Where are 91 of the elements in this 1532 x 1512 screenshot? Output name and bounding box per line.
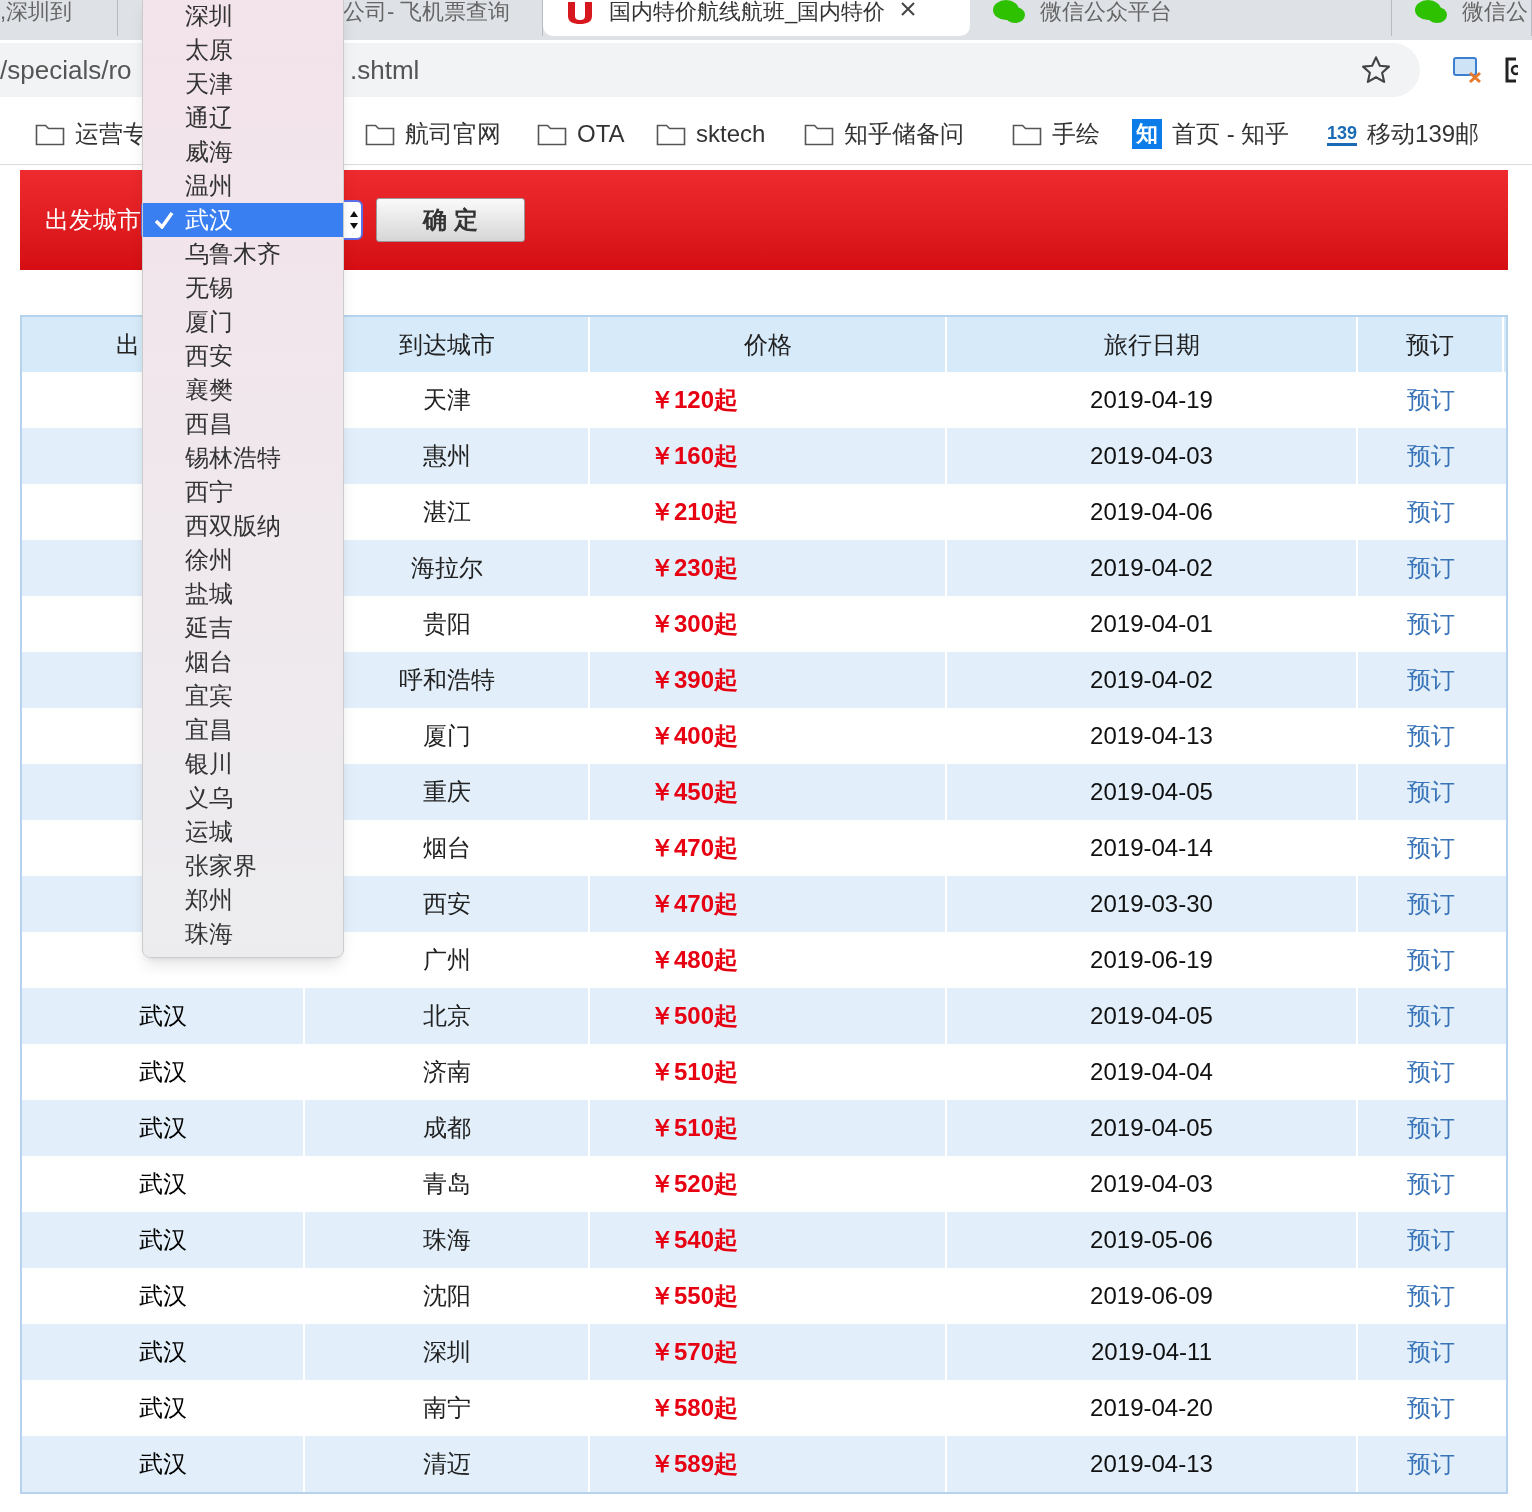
table-cell-text: 沈阳 [422,1281,471,1311]
table-cell-text: 厦门 [422,721,471,751]
price-text: ￥589起 [650,1449,739,1479]
price-text: ￥210起 [650,497,739,527]
table-cell-text: 2019-04-04 [1090,1057,1213,1087]
table-cell-text: 成都 [422,1113,471,1143]
table-cell-text: 2019-04-05 [1090,1001,1213,1031]
table-cell-text: 武汉 [138,1057,187,1087]
column-header: 预订 [1406,329,1454,360]
table-cell-text: 2019-04-01 [1090,609,1213,639]
price-text: ￥510起 [650,1113,739,1143]
table-cell-text: 2019-04-13 [1090,721,1213,751]
url-text: .shtml [350,53,420,87]
table-cell-text: 海拉尔 [410,553,483,583]
table-cell-text: 重庆 [422,777,471,807]
table-cell-text: 2019-06-09 [1090,1281,1213,1311]
table-cell-text: 武汉 [138,1393,187,1423]
table-cell-text: 2019-04-14 [1090,833,1213,863]
table-cell-text: 武汉 [138,1001,187,1031]
tab-title: 公司- 飞机票查询 [343,0,511,24]
table-cell-text: 2019-06-19 [1090,945,1213,975]
table-cell-text: 西安 [422,889,471,919]
table-cell-text: 2019-04-03 [1090,441,1213,471]
table-cell-text: 广州 [422,945,471,975]
price-text: ￥390起 [650,665,739,695]
price-text: ￥520起 [650,1169,739,1199]
price-text: ￥550起 [650,1281,739,1311]
bookmark-label: OTA [577,119,625,149]
price-text: ￥480起 [650,945,739,975]
table-cell-text: 呼和浩特 [398,665,495,695]
price-text: ￥470起 [650,833,739,863]
table-cell-text: 2019-04-13 [1090,1449,1213,1479]
table-cell-text: 惠州 [422,441,471,471]
column-header: 价格 [743,329,792,360]
price-text: ￥470起 [650,889,739,919]
bookmark-label: 移动139邮 [1367,119,1480,149]
tab-title: ,深圳到 [0,0,73,24]
price-text: ￥580起 [650,1393,739,1423]
table-cell-text: 深圳 [422,1337,471,1367]
table-cell-text: 贵阳 [422,609,471,639]
price-text: ￥230起 [650,553,739,583]
bookmark-label: 手绘 [1052,119,1100,149]
bookmark-label: 知乎储备问 [844,119,964,149]
table-cell-text: 2019-04-20 [1090,1393,1213,1423]
table-cell-text: 南宁 [422,1393,471,1423]
price-text: ￥450起 [650,777,739,807]
bookmark-label: 首页 - 知乎 [1172,119,1290,149]
tab-title: 微信公 [1462,0,1528,24]
table-cell-text: 北京 [422,1001,471,1031]
table-cell-text: 天津 [422,385,471,415]
price-text: ￥540起 [650,1225,739,1255]
table-cell-text: 青岛 [422,1169,471,1199]
bookmark-label: sktech [696,119,766,149]
table-cell-text: 2019-03-30 [1090,889,1213,919]
table-cell-text: 武汉 [138,1225,187,1255]
table-cell-text: 2019-04-05 [1090,777,1213,807]
price-text: ￥300起 [650,609,739,639]
field-label: 出发城市 [45,205,141,235]
price-text: ￥510起 [650,1057,739,1087]
table-cell-text: 珠海 [422,1225,471,1255]
price-text: ￥160起 [650,441,739,471]
table-cell-text: 武汉 [138,1169,187,1199]
table-cell-text: 武汉 [138,1337,187,1367]
column-header: 到达城市 [398,329,495,360]
table-cell-text: 湛江 [422,497,471,527]
tab-title: 国内特价航线航班_国内特价 [609,0,886,24]
price-text: ￥570起 [650,1337,739,1367]
table-cell-text: 烟台 [422,833,471,863]
table-cell-text: 2019-04-19 [1090,385,1213,415]
table-cell-text: 2019-04-05 [1090,1113,1213,1143]
url-text: /specials/ro [0,53,132,87]
table-cell-text: 武汉 [138,1449,187,1479]
table-cell-text: 济南 [422,1057,471,1087]
table-cell-text: 2019-04-03 [1090,1169,1213,1199]
tab-title: 微信公众平台 [1040,0,1172,24]
table-cell-text: 武汉 [138,1113,187,1143]
table-cell-text: 2019-04-11 [1091,1337,1212,1367]
table-cell-text: 武汉 [138,1281,187,1311]
price-text: ￥500起 [650,1001,739,1031]
site-logo: 139 [1327,122,1358,146]
table-cell-text: 2019-04-02 [1090,553,1213,583]
table-cell-text: 清迈 [422,1449,471,1479]
column-header: 旅行日期 [1103,329,1200,360]
site-logo: 知 [1132,119,1162,149]
price-text: ￥120起 [650,385,739,415]
table-cell-text: 2019-04-06 [1090,497,1213,527]
column-header: 出 [116,329,140,360]
table-cell-text: 2019-04-02 [1090,665,1213,695]
table-cell-text: 2019-05-06 [1090,1225,1213,1255]
price-text: ￥400起 [650,721,739,751]
bookmark-label: 航司官网 [405,119,501,149]
